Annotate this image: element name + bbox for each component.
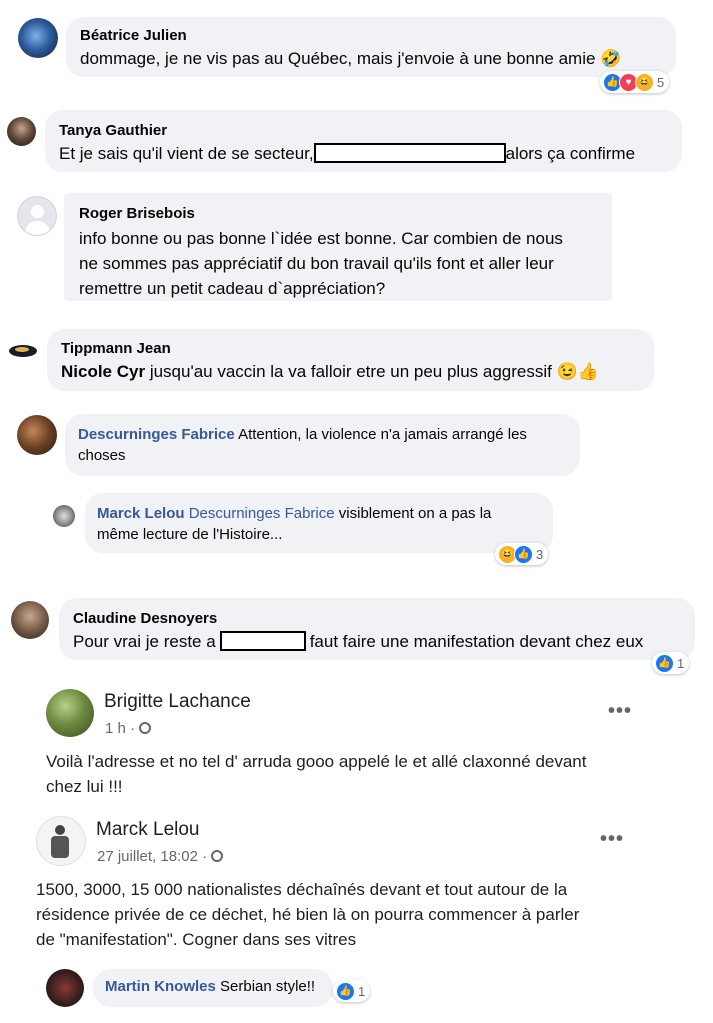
comment-text-body: visiblement on a pas la — [334, 505, 492, 522]
comment-text: dommage, je ne vis pas au Québec, mais j… — [80, 49, 622, 68]
comment-author[interactable]: Claudine Desnoyers — [73, 610, 217, 627]
comment-text-line: info bonne ou pas bonne l`idée est bonne… — [79, 229, 563, 248]
redaction-box — [313, 143, 506, 163]
reaction-count: 1 — [677, 655, 685, 671]
comment-text-body: jusqu'au vaccin la va falloir etre un pe… — [145, 362, 599, 381]
comment-text-after: faut faire une manifestation devant chez… — [309, 632, 644, 651]
reaction-summary[interactable]: 😆 👍 3 — [495, 543, 549, 565]
reaction-summary[interactable]: 👍 1 — [333, 980, 371, 1002]
avatar[interactable] — [11, 601, 49, 639]
post-timestamp[interactable]: 27 juillet, 18:02 · — [97, 848, 224, 865]
more-options-button[interactable]: ••• — [608, 700, 632, 723]
post-text-line: résidence privée de ce déchet, hé bien l… — [36, 905, 580, 924]
post-timestamp[interactable]: 1 h · — [105, 720, 152, 737]
avatar[interactable] — [46, 689, 94, 737]
comment-text: Pour vrai je reste a faut faire une manif… — [73, 629, 643, 654]
globe-icon — [211, 850, 224, 862]
avatar[interactable] — [53, 505, 75, 527]
comment-text-after: alors ça confirme — [505, 144, 636, 163]
comment-text: Marck Lelou Descurninges Fabrice visible… — [97, 503, 491, 524]
comment-author[interactable]: Roger Brisebois — [79, 205, 195, 222]
reaction-count: 5 — [657, 74, 665, 90]
reaction-summary[interactable]: 👍 1 — [652, 652, 690, 674]
post-text-line: de "manifestation". Cogner dans ses vitr… — [36, 930, 357, 949]
post-text-line: 1500, 3000, 15 000 nationalistes déchaîn… — [36, 880, 568, 899]
comment-author[interactable]: Béatrice Julien — [80, 27, 187, 44]
avatar[interactable] — [18, 18, 58, 58]
like-icon: 👍 — [336, 981, 355, 1001]
comment-text-line: même lecture de l'Histoire... — [97, 526, 283, 543]
default-avatar-icon[interactable] — [17, 196, 57, 236]
comment-author[interactable]: Martin Knowles — [105, 978, 216, 995]
avatar[interactable] — [7, 338, 39, 364]
comment-author[interactable]: Descurninges Fabrice — [78, 426, 235, 443]
post-text-line: Voilà l'adresse et no tel d' arruda gooo… — [46, 752, 587, 771]
comment-text: Martin Knowles Serbian style!! — [105, 976, 315, 997]
reaction-summary[interactable]: 👍 ♥ 😆 5 — [600, 71, 670, 93]
comment-text-body: Attention, la violence n'a jamais arrang… — [234, 426, 527, 443]
comment-text: Nicole Cyr jusqu'au vaccin la va falloir… — [61, 359, 599, 384]
avatar[interactable] — [46, 969, 84, 1007]
haha-icon: 😆 — [635, 72, 654, 92]
like-icon: 👍 — [514, 544, 533, 564]
post-author[interactable]: Brigitte Lachance — [104, 691, 251, 713]
avatar[interactable] — [36, 816, 86, 866]
more-options-button[interactable]: ••• — [600, 828, 624, 851]
comment-author[interactable]: Tanya Gauthier — [59, 122, 167, 139]
globe-icon — [139, 722, 152, 734]
avatar[interactable] — [17, 415, 57, 455]
mention-link[interactable]: Nicole Cyr — [61, 362, 145, 381]
avatar[interactable] — [7, 117, 36, 146]
comment-text: Descurninges Fabrice Attention, la viole… — [78, 424, 527, 445]
comment-text-line: ne sommes pas appréciatif du bon travail… — [79, 254, 554, 273]
comment-text: Et je sais qu'il vient de se secteur, alo… — [59, 141, 635, 166]
comment-text-before: Pour vrai je reste a — [73, 632, 216, 651]
mention-link[interactable]: Descurninges Fabrice — [189, 505, 335, 522]
comment-author[interactable]: Tippmann Jean — [61, 340, 171, 357]
redaction-box — [219, 631, 306, 651]
post-author[interactable]: Marck Lelou — [96, 819, 200, 841]
reaction-count: 3 — [536, 546, 544, 562]
comment-author[interactable]: Marck Lelou — [97, 505, 185, 522]
comment-text-line: remettre un petit cadeau d`appréciation? — [79, 279, 386, 298]
comment-text-line: choses — [78, 447, 126, 464]
post-text-line: chez lui !!! — [46, 777, 123, 796]
reaction-count: 1 — [358, 983, 366, 999]
comment-text-body: Serbian style!! — [215, 978, 316, 995]
comment-text-before: Et je sais qu'il vient de se secteur, — [59, 144, 314, 163]
like-icon: 👍 — [655, 653, 674, 673]
